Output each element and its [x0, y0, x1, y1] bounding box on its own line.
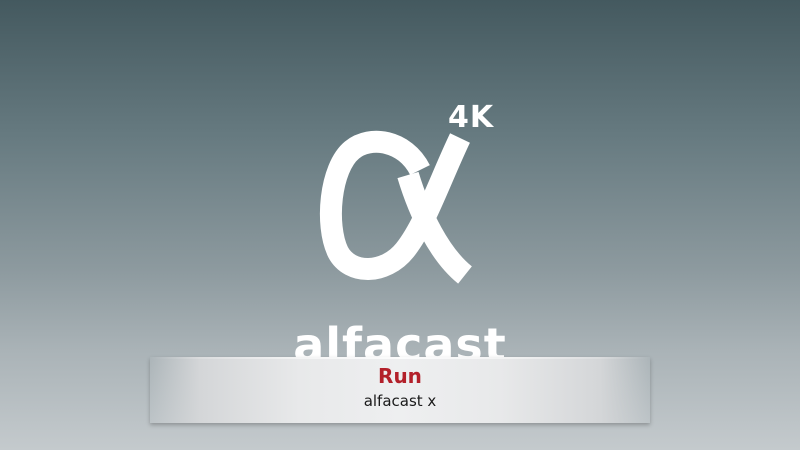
run-action-label[interactable]: Run: [0, 366, 800, 386]
logo-4k-badge: 4K: [448, 100, 495, 135]
app-name-label: alfacast x: [363, 392, 437, 410]
logo-wordmark: alfacast: [293, 322, 507, 360]
action-bar-highlight: [150, 357, 650, 359]
